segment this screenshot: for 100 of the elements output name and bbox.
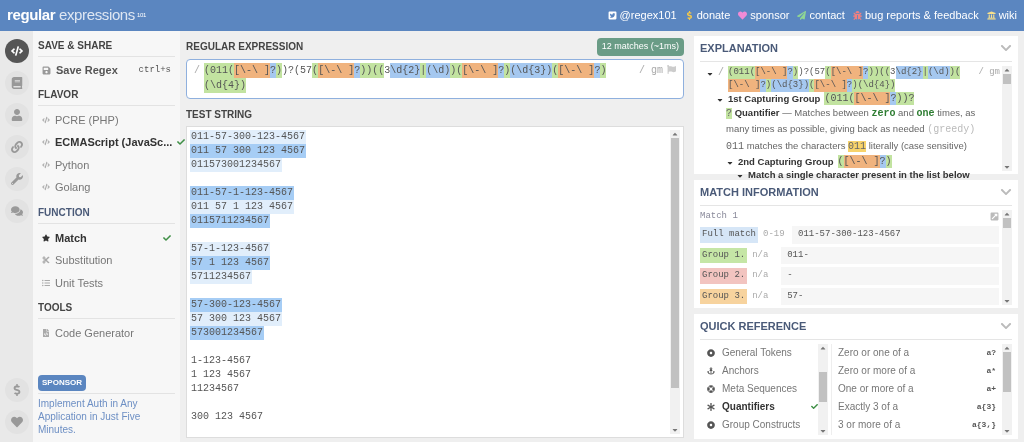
reference-category[interactable]: Quantifiers <box>700 397 818 416</box>
heart-rail-button[interactable] <box>4 410 29 434</box>
reference-description[interactable]: One or more of a <box>838 381 914 396</box>
code-icon <box>10 45 23 57</box>
test-string-field[interactable] <box>186 125 684 438</box>
regex-token: )) <box>360 62 373 78</box>
regex-token: 3 <box>890 65 896 79</box>
chat-rail-button[interactable] <box>4 199 29 223</box>
literal-explanation: 011 matches the characters 011 literally (case sensitive) <box>726 138 968 154</box>
test-string-line: 300 123 4567 <box>190 409 264 424</box>
reference-token: a{3} <box>976 400 996 413</box>
regex-flags[interactable]: / gm <box>639 62 663 78</box>
scrollbar[interactable] <box>818 343 828 435</box>
test-string-line: 1 123 4567 <box>190 367 252 382</box>
section-title: TEST STRING <box>186 107 254 122</box>
regex-delimiter: / <box>194 63 200 78</box>
code-rail-button[interactable] <box>4 39 29 63</box>
flag-icon[interactable] <box>667 64 676 74</box>
scroll-down-icon[interactable] <box>1003 297 1011 305</box>
code-generator-option[interactable]: Code Generator <box>38 322 175 345</box>
reference-token: a* <box>986 364 996 377</box>
reference-category[interactable]: Meta Sequences <box>700 379 818 398</box>
user-icon <box>10 109 23 121</box>
function-option[interactable]: Substitution <box>38 249 175 272</box>
share-icon[interactable] <box>990 211 999 221</box>
scroll-thumb[interactable] <box>1003 351 1011 392</box>
book-rail-button[interactable] <box>4 71 29 95</box>
regex-token: | <box>420 62 427 78</box>
dollar-icon <box>684 11 694 20</box>
wrench-rail-button[interactable] <box>4 167 29 191</box>
site-logo[interactable]: regular expressions$^{101}$ <box>7 4 146 27</box>
reference-token: a? <box>986 346 996 359</box>
regex-token: )?(57 <box>798 65 826 79</box>
save-regex-button[interactable]: Save Regex ctrl+s <box>38 57 175 84</box>
reference-description[interactable]: 3 or more of a <box>838 417 901 432</box>
header-link[interactable]: contact <box>797 7 845 24</box>
section-title: FLAVOR <box>38 86 175 106</box>
sponsor-link[interactable]: Implement Auth in Any Application in Just Five Minutes. <box>38 397 175 436</box>
header-link[interactable]: sponsor <box>738 7 790 24</box>
dollar-rail-button[interactable] <box>4 378 29 402</box>
regex-token: \d{2} <box>895 65 923 79</box>
regex-token: ) <box>792 65 799 79</box>
scroll-thumb[interactable] <box>1003 217 1011 228</box>
regex-token: ( <box>809 78 815 92</box>
asterisk-icon <box>707 402 715 411</box>
heart-icon <box>738 11 748 20</box>
regex-token: [\-\ ] <box>814 78 847 92</box>
reference-description[interactable]: Zero or more of a <box>838 363 916 378</box>
capturing-group-label: 1st Capturing Group <box>728 91 821 105</box>
regex-token: ( <box>837 154 844 168</box>
flavor-option[interactable]: ECMAScript (JavaSc... <box>38 131 175 154</box>
reference-category[interactable]: General Tokens <box>700 343 818 362</box>
life-ring-icon <box>707 384 715 393</box>
scroll-down-icon[interactable] <box>1003 163 1011 171</box>
heart-icon <box>10 416 23 428</box>
group-label: Group 2. <box>700 268 748 284</box>
reference-description[interactable]: Exactly 3 of a <box>838 399 899 414</box>
scroll-down-icon[interactable] <box>1003 427 1011 435</box>
match-value: 011- <box>781 246 999 264</box>
header-link[interactable]: wiki <box>986 7 1017 24</box>
regex-token: ? <box>270 62 277 78</box>
match-label: Match 1 <box>700 209 738 223</box>
scroll-thumb[interactable] <box>1003 73 1011 84</box>
regex-token: (011 <box>204 62 229 78</box>
section-title: SAVE & SHARE <box>38 38 175 57</box>
regex-flags: / gm <box>978 65 1000 79</box>
header-link[interactable]: @regex101 <box>607 7 677 24</box>
function-option[interactable]: Match <box>38 226 175 249</box>
regex-token: )) <box>868 65 880 79</box>
regex-token: ? <box>846 78 853 92</box>
regex-token: [\-\ ] <box>462 62 499 78</box>
flavor-option[interactable]: Python <box>38 153 175 176</box>
user-rail-button[interactable] <box>4 103 29 127</box>
header-link[interactable]: bug reports & feedback <box>852 7 979 24</box>
scrollbar[interactable] <box>1002 343 1012 435</box>
regex-token: (\d) <box>927 65 950 79</box>
scrollbar[interactable] <box>1002 209 1012 305</box>
scroll-thumb[interactable] <box>671 137 679 388</box>
scrollbar[interactable] <box>1002 65 1012 171</box>
scrollbar[interactable] <box>670 129 680 434</box>
flavor-option[interactable]: PCRE (PHP) <box>38 108 175 131</box>
regex-token: (( <box>372 62 385 78</box>
test-string-line: 1-123-4567 <box>190 353 252 368</box>
function-option[interactable]: Unit Tests <box>38 271 175 294</box>
link-icon <box>10 141 23 153</box>
reference-category[interactable]: Anchors <box>700 361 818 380</box>
link-rail-button[interactable] <box>4 135 29 159</box>
regex-token: ) <box>600 62 607 78</box>
scroll-down-icon[interactable] <box>671 426 679 434</box>
header-link[interactable]: donate <box>684 7 731 24</box>
regex-token: ? <box>760 78 766 92</box>
scroll-thumb[interactable] <box>819 371 827 402</box>
regex-token: [\-\ ] <box>843 154 880 168</box>
reference-description[interactable]: Zero or one of a <box>838 345 910 360</box>
flavor-option[interactable]: Golang <box>38 176 175 199</box>
regex-token: ) <box>276 62 283 78</box>
panel-title: QUICK REFERENCE <box>700 319 807 334</box>
reference-category[interactable]: Group Constructs <box>700 415 818 434</box>
regex-token: [\-\ ] <box>318 62 355 78</box>
scroll-down-icon[interactable] <box>819 427 827 435</box>
